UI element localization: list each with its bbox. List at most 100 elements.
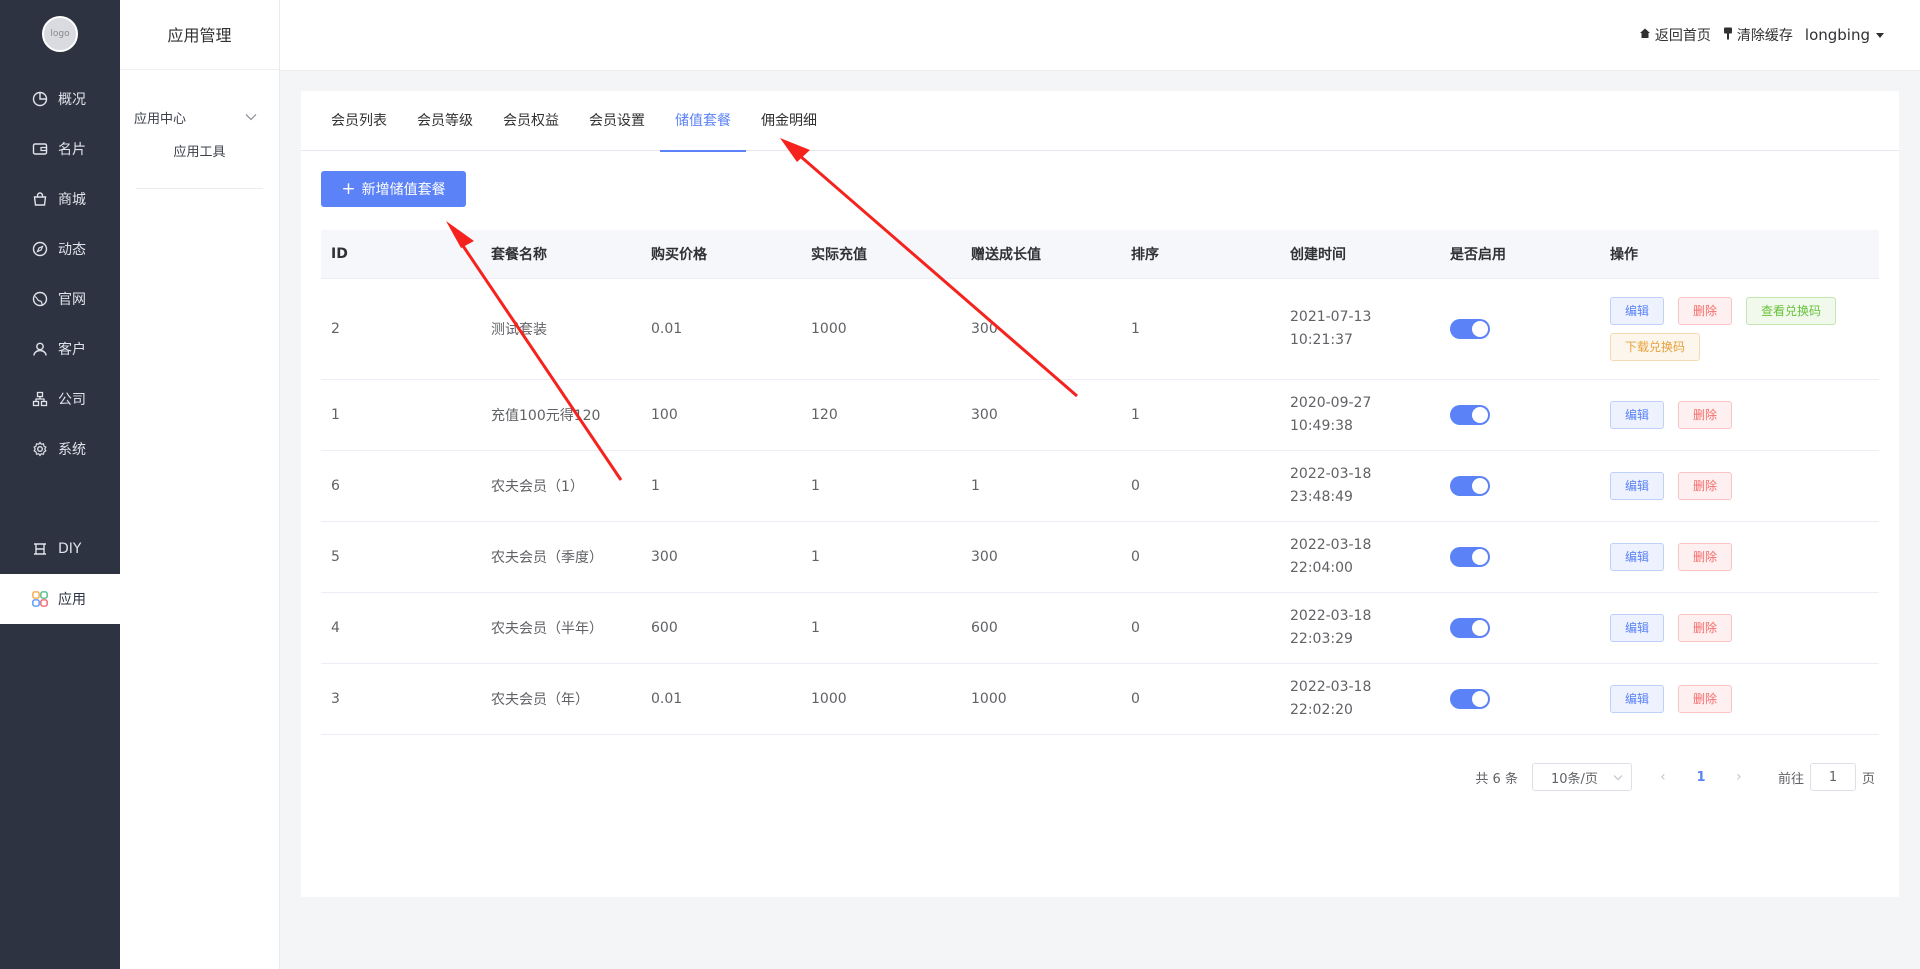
tab-member-level[interactable]: 会员等级 <box>402 91 488 151</box>
cell-sort: 1 <box>1121 379 1280 451</box>
nav-item-customer[interactable]: 客户 <box>0 324 120 374</box>
table-row: 1 充值100元得120 100 120 300 1 2020-09-27 10:… <box>321 379 1879 451</box>
cell-name: 农夫会员（半年） <box>481 592 641 664</box>
table-row: 2 测试套装 0.01 1000 300 1 2021-07-13 10:21:3… <box>321 278 1879 380</box>
gear-icon <box>32 441 48 457</box>
pagination-total: 共 6 条 <box>1475 771 1518 787</box>
enabled-toggle[interactable] <box>1450 404 1490 425</box>
member-tabs: 会员列表 会员等级 会员权益 会员设置 储值套餐 佣金明细 <box>301 91 1899 152</box>
delete-button[interactable]: 删除 <box>1678 542 1733 571</box>
edit-button[interactable]: 编辑 <box>1610 613 1665 642</box>
sub-sidebar-title: 应用管理 <box>120 0 279 70</box>
brush-icon <box>1723 27 1737 44</box>
nav-item-label: 名片 <box>58 142 86 158</box>
nav-item-label: 商城 <box>58 192 86 208</box>
tab-commission-details[interactable]: 佣金明细 <box>746 91 832 151</box>
cell-price: 0.01 <box>641 278 801 380</box>
cell-created: 2020-09-27 10:49:38 <box>1280 379 1440 451</box>
cell-price: 100 <box>641 379 801 451</box>
nav-item-overview[interactable]: 概况 <box>0 74 120 124</box>
brand-logo[interactable]: logo <box>42 16 78 52</box>
plus-icon: + <box>341 178 356 199</box>
nav-item-card[interactable]: 名片 <box>0 124 120 174</box>
view-codes-button[interactable]: 查看兑换码 <box>1746 296 1837 325</box>
nav-item-system[interactable]: 系统 <box>0 424 120 474</box>
tab-member-list[interactable]: 会员列表 <box>316 91 402 151</box>
cell-growth: 300 <box>961 379 1121 451</box>
table-row: 6 农夫会员（1） 1 1 1 0 2022-03-18 23:48:49 编辑 … <box>321 450 1879 522</box>
download-codes-button[interactable]: 下载兑换码 <box>1610 332 1701 361</box>
cell-price: 300 <box>641 521 801 593</box>
delete-button[interactable]: 删除 <box>1678 471 1733 500</box>
nav-item-label: 公司 <box>58 392 86 408</box>
tab-member-settings[interactable]: 会员设置 <box>574 91 660 151</box>
cell-created: 2022-03-18 22:04:00 <box>1280 521 1440 593</box>
edit-button[interactable]: 编辑 <box>1610 542 1665 571</box>
tab-member-rights[interactable]: 会员权益 <box>488 91 574 151</box>
cell-enabled <box>1440 521 1600 593</box>
table-row: 4 农夫会员（半年） 600 1 600 0 2022-03-18 22:03:2… <box>321 592 1879 664</box>
enabled-toggle[interactable] <box>1450 318 1490 339</box>
clear-cache-link[interactable]: 清除缓存 <box>1723 25 1793 45</box>
col-header-price: 购买价格 <box>641 230 801 279</box>
enabled-toggle[interactable] <box>1450 546 1490 567</box>
page-size-select[interactable]: 10条/页 <box>1531 763 1632 791</box>
pie-chart-icon <box>32 91 48 107</box>
cell-growth: 1 <box>961 450 1121 522</box>
pagination: 共 6 条 10条/页 ‹ 1 › 前往 页 <box>1475 763 1875 791</box>
edit-button[interactable]: 编辑 <box>1610 296 1665 325</box>
submenu-item-app-tools[interactable]: 应用工具 <box>120 140 279 166</box>
delete-button[interactable]: 删除 <box>1678 613 1733 642</box>
nav-item-label: DIY <box>58 541 82 557</box>
user-dropdown[interactable]: longbing <box>1805 26 1884 44</box>
tab-stored-value-packages[interactable]: 储值套餐 <box>660 91 746 152</box>
edit-button[interactable]: 编辑 <box>1610 471 1665 500</box>
col-header-sort: 排序 <box>1121 230 1280 279</box>
nav-item-company[interactable]: 公司 <box>0 374 120 424</box>
cell-enabled <box>1440 592 1600 664</box>
nav-item-website[interactable]: 官网 <box>0 274 120 324</box>
prev-page-button[interactable]: ‹ <box>1648 769 1678 785</box>
back-home-link[interactable]: 返回首页 <box>1639 25 1711 45</box>
submenu-group-app-center[interactable]: 应用中心 <box>120 94 279 140</box>
delete-button[interactable]: 删除 <box>1678 684 1733 713</box>
globe-icon <box>32 291 48 307</box>
caret-down-icon <box>1876 32 1884 38</box>
nav-item-apps[interactable]: 应用 <box>0 574 120 624</box>
delete-button[interactable]: 删除 <box>1678 296 1733 325</box>
cell-sort: 0 <box>1121 592 1280 664</box>
edit-button[interactable]: 编辑 <box>1610 684 1665 713</box>
table-row: 5 农夫会员（季度） 300 1 300 0 2022-03-18 22:04:0… <box>321 521 1879 593</box>
next-page-button[interactable]: › <box>1724 769 1754 785</box>
delete-button[interactable]: 删除 <box>1678 400 1733 429</box>
main-sidebar: logo 概况 名片 商城 动态 官网 客户 公司 系统 DIY 应用 <box>0 0 120 969</box>
cell-price: 1 <box>641 450 801 522</box>
cell-price: 0.01 <box>641 663 801 735</box>
page-number-current[interactable]: 1 <box>1686 770 1716 785</box>
add-package-button[interactable]: + 新增储值套餐 <box>321 171 466 207</box>
edit-button[interactable]: 编辑 <box>1610 400 1665 429</box>
cell-actions: 编辑 删除 <box>1600 521 1879 593</box>
nav-item-news[interactable]: 动态 <box>0 224 120 274</box>
cell-sort: 1 <box>1121 278 1280 380</box>
cell-actions: 编辑 删除 <box>1600 450 1879 522</box>
apps-grid-icon <box>32 591 48 607</box>
cell-actions: 编辑 删除 查看兑换码 下载兑换码 <box>1600 278 1879 380</box>
goto-page-input[interactable] <box>1809 763 1856 791</box>
col-header-created: 创建时间 <box>1280 230 1440 279</box>
enabled-toggle[interactable] <box>1450 475 1490 496</box>
cell-enabled <box>1440 278 1600 380</box>
cell-sort: 0 <box>1121 521 1280 593</box>
cell-name: 农夫会员（季度） <box>481 521 641 593</box>
submenu-divider <box>136 188 263 189</box>
enabled-toggle[interactable] <box>1450 617 1490 638</box>
nav-item-label: 官网 <box>58 292 86 308</box>
cell-recharge: 1 <box>801 450 961 522</box>
enabled-toggle[interactable] <box>1450 688 1490 709</box>
cell-created: 2022-03-18 22:02:20 <box>1280 663 1440 735</box>
wallet-icon <box>32 141 48 157</box>
cell-enabled <box>1440 450 1600 522</box>
nav-item-mall[interactable]: 商城 <box>0 174 120 224</box>
nav-item-diy[interactable]: DIY <box>0 524 120 574</box>
table-header-row: ID 套餐名称 购买价格 实际充值 赠送成长值 排序 创建时间 是否启用 操作 <box>321 230 1879 279</box>
